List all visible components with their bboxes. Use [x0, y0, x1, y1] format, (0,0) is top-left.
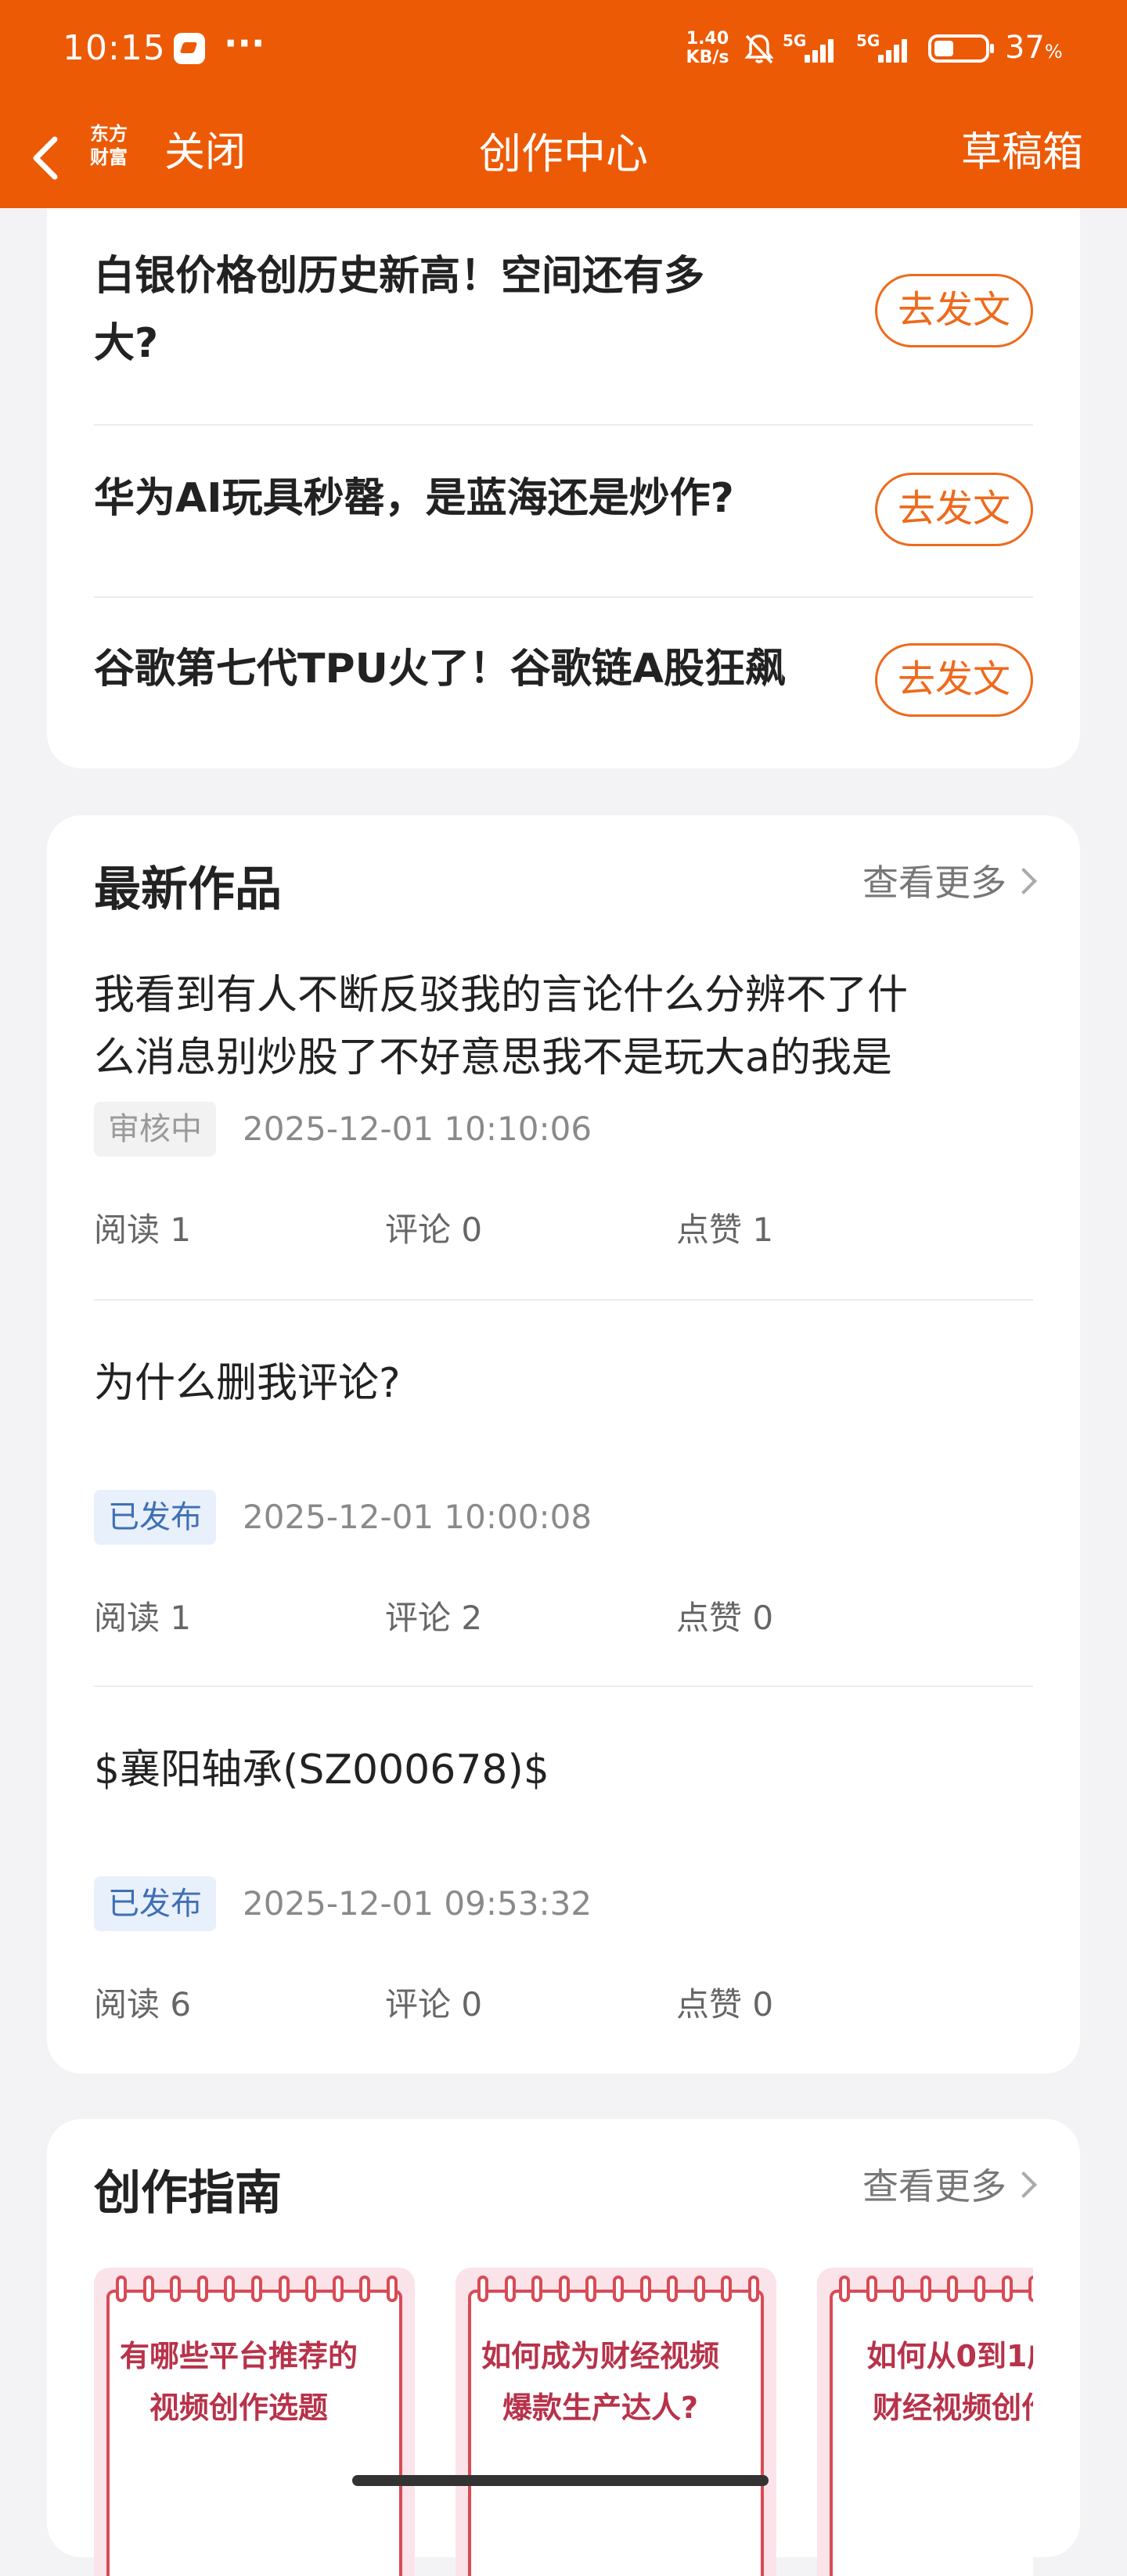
work-title: 我看到有人不断反驳我的言论什么分辨不了什 么消息别炒股了不好意思我不是玩大a的我…	[94, 972, 909, 1081]
home-indicator[interactable]	[352, 2475, 769, 2486]
read-count: 阅读 1	[94, 1599, 192, 1637]
divider	[94, 1686, 1033, 1687]
chevron-right-icon	[1010, 868, 1037, 894]
divider	[94, 1299, 1033, 1301]
status-badge: 已发布	[94, 1490, 216, 1545]
divider	[94, 596, 1033, 598]
latest-works-card: 最新作品 查看更多 我看到有人不断反驳我的言论什么分辨不了什 么消息别炒股了不好…	[47, 815, 1080, 2074]
post-article-button[interactable]: 去发文	[875, 643, 1033, 717]
hot-topics-card: 白银价格创历史新高！空间还有多 大? 去发文 华为AI玩具秒罄，是蓝海还是炒作?…	[47, 157, 1080, 768]
topic-title: 谷歌第七代TPU火了！谷歌链A股狂飙	[94, 646, 787, 693]
section-title: 创作指南	[94, 2166, 282, 2221]
status-badge: 已发布	[94, 1876, 216, 1931]
work-title: 为什么删我评论?	[94, 1360, 401, 1407]
like-count: 点赞 1	[676, 1211, 774, 1249]
status-bar: 10:15 ··· 1.40 KB/s 5G 5G 37%	[0, 0, 1127, 102]
more-notifications-icon: ···	[224, 22, 265, 64]
guide-card[interactable]: 如何从0到1成 财经视频创作	[817, 2268, 1033, 2576]
signal-sim1-icon: 5G	[783, 31, 839, 66]
app-notification-icon	[174, 33, 205, 64]
chevron-right-icon	[1010, 2171, 1037, 2198]
topic-row: 华为AI玩具秒罄，是蓝海还是炒作? 去发文	[94, 444, 1033, 582]
work-time: 2025-12-01 10:00:08	[243, 1498, 592, 1536]
drafts-button[interactable]: 草稿箱	[961, 119, 1083, 178]
comment-count: 评论 0	[385, 1985, 483, 2024]
like-count: 点赞 0	[676, 1599, 774, 1637]
read-count: 阅读 6	[94, 1985, 192, 2024]
read-count: 阅读 1	[94, 1211, 192, 1249]
topic-title: 白银价格创历史新高！空间还有多 大?	[94, 253, 705, 367]
post-article-button[interactable]: 去发文	[875, 274, 1033, 347]
battery-percent: 37%	[1005, 30, 1063, 66]
like-count: 点赞 0	[676, 1985, 774, 2024]
guide-card[interactable]: 有哪些平台推荐的 视频创作选题	[94, 2268, 415, 2576]
comment-count: 评论 2	[385, 1599, 483, 1637]
work-time: 2025-12-01 10:10:06	[243, 1110, 592, 1148]
guide-card[interactable]: 如何成为财经视频 爆款生产达人?	[455, 2268, 776, 2576]
mute-icon	[744, 34, 774, 64]
signal-sim2-icon: 5G	[856, 31, 913, 66]
page-title: 创作中心	[479, 129, 648, 178]
battery-icon	[928, 34, 994, 63]
post-article-button[interactable]: 去发文	[875, 473, 1033, 546]
guide-card-title: 有哪些平台推荐的 视频创作选题	[119, 2339, 358, 2425]
comment-count: 评论 0	[385, 1211, 483, 1249]
work-time: 2025-12-01 09:53:32	[243, 1884, 592, 1923]
status-badge: 审核中	[94, 1102, 216, 1157]
view-more-link[interactable]: 查看更多	[862, 854, 1037, 906]
nav-bar: 东方 财富 关闭 创作中心 草稿箱	[0, 102, 1127, 208]
work-item[interactable]: 我看到有人不断反驳我的言论什么分辨不了什 么消息别炒股了不好意思我不是玩大a的我…	[94, 964, 1033, 1293]
work-item[interactable]: 为什么删我评论? 已发布 2025-12-01 10:00:08 阅读 1 评论…	[94, 1352, 1033, 1681]
guide-carousel[interactable]: 有哪些平台推荐的 视频创作选题 如何成为财经视频 爆款生产达人? 如何从0到1成…	[94, 2263, 1033, 2576]
creation-guide-card: 创作指南 查看更多 有哪些平台推荐的 视频创作选题 如何成为财经视频 爆款生产达…	[47, 2119, 1080, 2576]
topic-row: 白银价格创历史新高！空间还有多 大? 去发文	[94, 243, 1033, 380]
status-time: 10:15	[63, 28, 166, 68]
topic-title: 华为AI玩具秒罄，是蓝海还是炒作?	[94, 475, 734, 522]
section-title: 最新作品	[94, 862, 282, 917]
divider	[94, 424, 1033, 426]
view-more-link[interactable]: 查看更多	[862, 2158, 1037, 2210]
guide-card-title: 如何成为财经视频 爆款生产达人?	[481, 2339, 719, 2425]
network-speed: 1.40 KB/s	[686, 29, 729, 67]
top-bar: 10:15 ··· 1.40 KB/s 5G 5G 37% 东方 财富 关闭 创…	[0, 0, 1127, 208]
work-item[interactable]: $襄阳轴承(SZ000678)$ 已发布 2025-12-01 09:53:32…	[94, 1739, 1033, 2067]
topic-row: 谷歌第七代TPU火了！谷歌链A股狂飙 去发文	[94, 617, 1033, 754]
work-title: $襄阳轴承(SZ000678)$	[94, 1747, 549, 1793]
guide-card-title: 如何从0到1成 财经视频创作	[866, 2339, 1033, 2425]
